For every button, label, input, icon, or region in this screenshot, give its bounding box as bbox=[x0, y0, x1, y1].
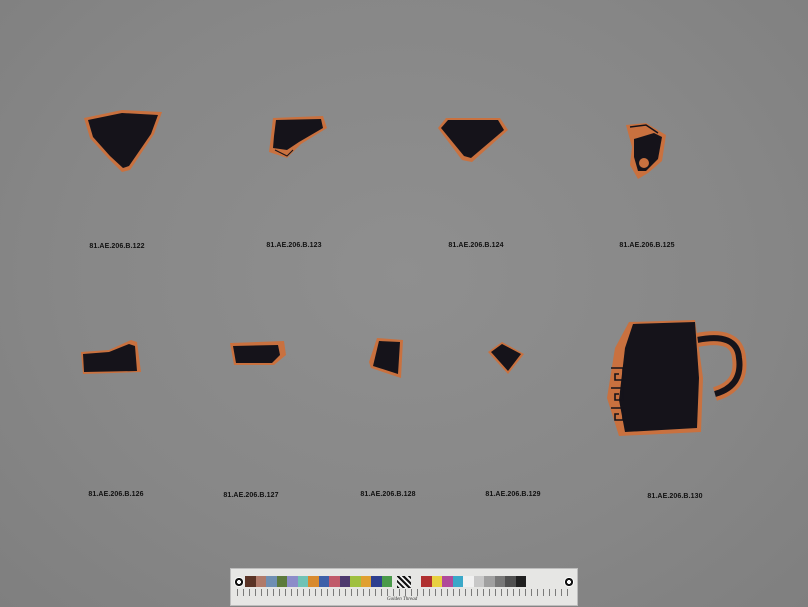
color-patch bbox=[442, 576, 453, 587]
specimen-label: 81.AE.206.B.128 bbox=[360, 491, 416, 498]
color-patch bbox=[255, 576, 266, 587]
color-patch bbox=[371, 576, 382, 587]
color-patch bbox=[494, 576, 505, 587]
color-patch bbox=[505, 576, 516, 587]
color-patch bbox=[318, 576, 329, 587]
color-patches bbox=[245, 576, 392, 587]
color-patch bbox=[308, 576, 319, 587]
color-patch bbox=[421, 576, 432, 587]
sherd-128 bbox=[367, 336, 407, 380]
color-patch bbox=[381, 576, 392, 587]
sherd-122 bbox=[82, 108, 166, 176]
color-patch bbox=[452, 576, 463, 587]
color-patch bbox=[350, 576, 361, 587]
sherd-125 bbox=[624, 121, 670, 181]
color-patch bbox=[339, 576, 350, 587]
color-patch bbox=[473, 576, 484, 587]
sherd-126 bbox=[79, 338, 145, 376]
registration-target-icon bbox=[564, 577, 574, 587]
specimen-label: 81.AE.206.B.122 bbox=[89, 243, 145, 250]
color-patch bbox=[287, 576, 298, 587]
color-patch bbox=[484, 576, 495, 587]
color-patch bbox=[329, 576, 340, 587]
specimen-label: 81.AE.206.B.125 bbox=[619, 242, 675, 249]
sherd-129 bbox=[486, 340, 526, 376]
specimen-label: 81.AE.206.B.126 bbox=[88, 491, 144, 498]
card-brand: Golden Thread bbox=[387, 597, 418, 602]
sherd-124 bbox=[436, 116, 510, 164]
color-calibration-card: Golden Thread bbox=[230, 568, 578, 606]
specimen-label: 81.AE.206.B.124 bbox=[448, 242, 504, 249]
sherd-127 bbox=[228, 339, 288, 367]
barcode-icon bbox=[397, 576, 411, 588]
ruler-scale bbox=[237, 589, 571, 596]
color-patch bbox=[266, 576, 277, 587]
sherd-123 bbox=[267, 114, 329, 160]
color-patch bbox=[463, 576, 474, 587]
color-patch bbox=[515, 576, 526, 587]
sherd-130 bbox=[605, 318, 747, 438]
color-patch bbox=[431, 576, 442, 587]
specimen-label: 81.AE.206.B.129 bbox=[485, 491, 541, 498]
color-patch bbox=[276, 576, 287, 587]
specimen-label: 81.AE.206.B.130 bbox=[647, 493, 703, 500]
specimen-label: 81.AE.206.B.127 bbox=[223, 492, 279, 499]
color-patch bbox=[360, 576, 371, 587]
color-patch bbox=[297, 576, 308, 587]
specimen-label: 81.AE.206.B.123 bbox=[266, 242, 322, 249]
color-patch bbox=[245, 576, 256, 587]
registration-target-icon bbox=[234, 577, 244, 587]
gray-patches bbox=[421, 576, 526, 587]
